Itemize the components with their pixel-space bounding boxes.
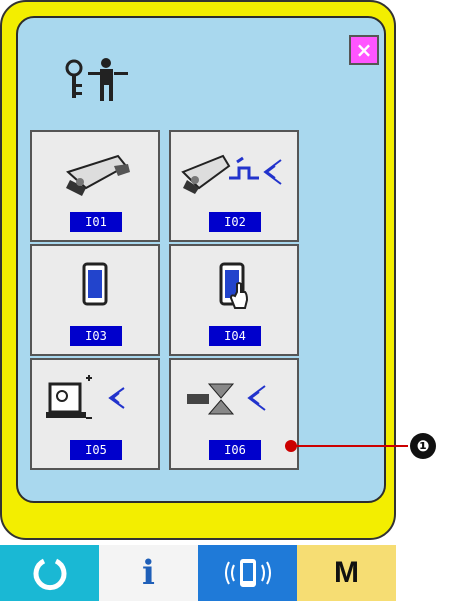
communication-icon	[224, 559, 271, 587]
tile-code-label: I01	[70, 212, 122, 232]
tile-code-label: I06	[209, 440, 261, 460]
tile-i03-button[interactable]: I03	[30, 244, 160, 356]
callout-dot	[285, 440, 297, 452]
mode-key-button[interactable]: M	[297, 545, 396, 601]
callout-number: ❶	[410, 433, 436, 459]
touch-panel-icon	[219, 262, 249, 309]
output-check-icon	[46, 375, 125, 419]
info-icon: i	[142, 553, 155, 593]
close-button[interactable]: ×	[349, 35, 379, 65]
ready-ring-icon	[33, 558, 66, 591]
tile-code-label: I03	[70, 326, 122, 346]
ready-key-button[interactable]	[0, 545, 99, 601]
bottom-key-bar: i M	[0, 545, 396, 601]
presser-foot-signal-icon	[181, 154, 282, 194]
tile-i04-button[interactable]: I04	[169, 244, 299, 356]
information-key-button[interactable]: i	[99, 545, 198, 601]
communication-key-button[interactable]	[198, 545, 297, 601]
tile-code-label: I05	[70, 440, 122, 460]
panel-frame: × I01 I02 I03 I04 I05 I06	[0, 0, 396, 540]
maintenance-person-key-icon	[65, 58, 128, 101]
tile-code-label: I02	[209, 212, 261, 232]
mode-label: M	[334, 556, 359, 589]
solenoid-output-icon	[187, 383, 266, 415]
tile-i01-button[interactable]: I01	[30, 130, 160, 242]
presser-foot-icon	[66, 154, 130, 196]
callout-line	[290, 445, 408, 447]
sensor-display-icon	[82, 262, 108, 306]
tile-i05-button[interactable]: I05	[30, 358, 160, 470]
tile-i02-button[interactable]: I02	[169, 130, 299, 242]
tile-i06-button[interactable]: I06	[169, 358, 299, 470]
tile-code-label: I04	[209, 326, 261, 346]
maintenance-screen: × I01 I02 I03 I04 I05 I06	[16, 16, 386, 503]
